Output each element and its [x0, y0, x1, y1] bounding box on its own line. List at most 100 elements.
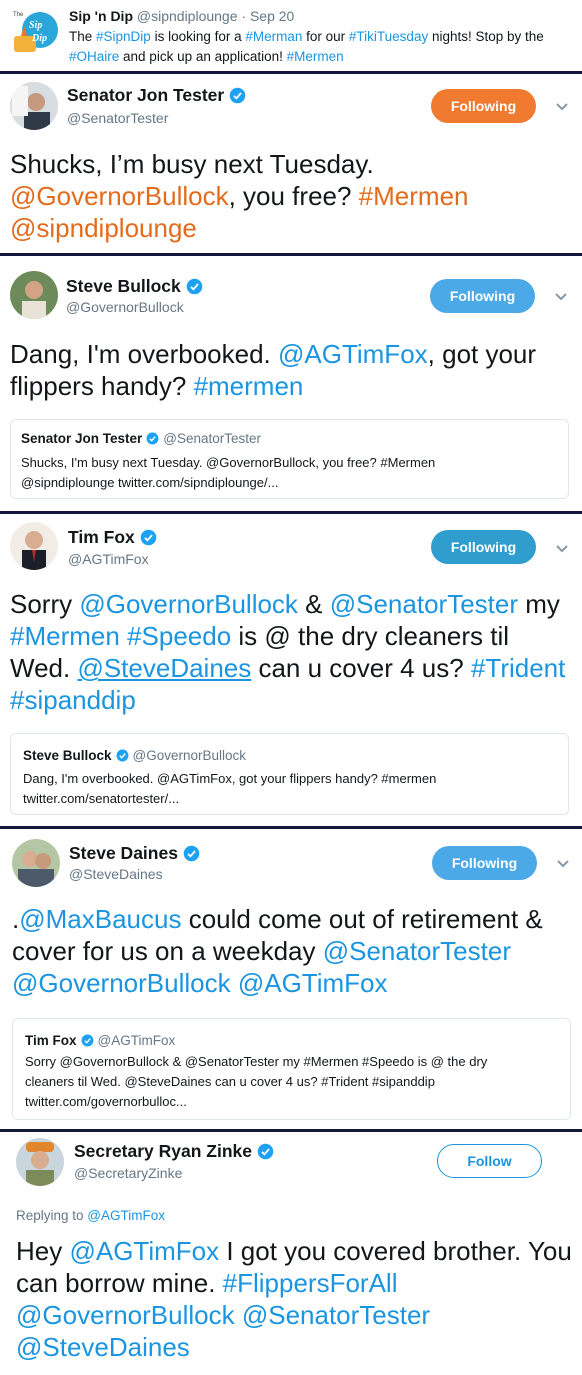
mention-link[interactable]: @GovernorBullock — [16, 1300, 235, 1330]
chevron-down-icon[interactable] — [556, 859, 570, 869]
mention-link[interactable]: @SteveDaines — [16, 1332, 190, 1362]
quoted-tweet[interactable]: Senator Jon Tester @SenatorTester Shucks… — [10, 419, 569, 499]
verified-badge-icon — [229, 87, 246, 104]
author-name-text[interactable]: Steve Daines — [69, 843, 178, 864]
chevron-down-icon[interactable] — [555, 102, 569, 112]
follow-button[interactable]: Follow — [437, 1144, 542, 1178]
quoted-line: cleaners til Wed. @SteveDaines can u cov… — [25, 1074, 435, 1089]
hashtag-link[interactable]: #sipanddip — [10, 685, 136, 715]
mention-link[interactable]: @GovernorBullock — [12, 968, 231, 998]
hashtag-link[interactable]: #OHaire — [69, 49, 119, 64]
mention-link[interactable]: @SenatorTester — [323, 936, 511, 966]
quoted-author-handle: @AGTimFox — [97, 1033, 176, 1048]
mention-link[interactable]: @AGTimFox — [69, 1236, 219, 1266]
mention-link[interactable]: @MaxBaucus — [19, 904, 181, 934]
quoted-author-handle: @SenatorTester — [163, 431, 262, 446]
avatar[interactable] — [16, 1138, 64, 1186]
top-tweet-date[interactable]: Sep 20 — [250, 8, 294, 24]
verified-badge-icon — [116, 749, 129, 762]
avatar[interactable] — [10, 271, 58, 319]
quoted-tweet-header: Steve Bullock @GovernorBullock — [23, 748, 246, 763]
text-segment: for our — [302, 29, 349, 44]
verified-badge-icon — [183, 845, 200, 862]
author-handle[interactable]: @GovernorBullock — [66, 299, 184, 315]
tweet-text: Dang, I'm overbooked. @AGTimFox, got you… — [10, 338, 570, 402]
top-tweet-text: The #SipnDip is looking for a #Merman fo… — [69, 27, 569, 67]
author-name[interactable]: Tim Fox — [68, 527, 157, 548]
svg-text:Sip: Sip — [29, 20, 42, 31]
quoted-line: Sorry @GovernorBullock & @SenatorTester … — [25, 1054, 488, 1069]
top-tweet-header: Sip 'n Dip @sipndiplounge · Sep 20 — [69, 8, 294, 24]
mention-link[interactable]: @GovernorBullock — [10, 181, 229, 211]
avatar[interactable] — [12, 839, 60, 887]
mention-link[interactable]: @AGTimFox — [238, 968, 388, 998]
author-name[interactable]: Steve Daines — [69, 843, 200, 864]
sipndip-logo[interactable]: The Sip Dip — [10, 8, 60, 54]
top-tweet: The Sip Dip Sip 'n Dip @sipndiplounge · … — [0, 0, 582, 70]
author-handle[interactable]: @SteveDaines — [69, 866, 163, 882]
avatar[interactable] — [10, 522, 58, 570]
mention-link[interactable]: @SenatorTester — [330, 589, 518, 619]
verified-badge-icon — [257, 1143, 274, 1160]
hashtag-link[interactable]: #Mermen — [287, 49, 344, 64]
text-segment: can u cover 4 us? — [251, 653, 471, 683]
tweet-jon-tester: Senator Jon Tester @SenatorTester Follow… — [0, 74, 582, 254]
quoted-tweet-header: Tim Fox @AGTimFox — [25, 1033, 175, 1048]
following-button[interactable]: Following — [431, 530, 536, 564]
author-name[interactable]: Senator Jon Tester — [67, 85, 246, 106]
author-handle[interactable]: @AGTimFox — [68, 551, 149, 567]
hashtag-link[interactable]: #Mermen — [10, 621, 120, 651]
author-handle[interactable]: @SenatorTester — [67, 110, 168, 126]
top-tweet-name[interactable]: Sip 'n Dip — [69, 8, 133, 24]
tweet-tim-fox: Tim Fox @AGTimFox Following Sorry @Gover… — [0, 514, 582, 826]
author-name-text[interactable]: Secretary Ryan Zinke — [74, 1141, 252, 1162]
author-name-text[interactable]: Steve Bullock — [66, 276, 181, 297]
following-button[interactable]: Following — [432, 846, 537, 880]
text-segment: Dang, I'm overbooked. — [10, 339, 278, 369]
hashtag-link[interactable]: #SipnDip — [96, 29, 151, 44]
author-name[interactable]: Secretary Ryan Zinke — [74, 1141, 274, 1162]
mention-link[interactable]: @AGTimFox — [278, 339, 428, 369]
hashtag-link[interactable]: #mermen — [194, 371, 304, 401]
author-name-text[interactable]: Tim Fox — [68, 527, 135, 548]
author-name[interactable]: Steve Bullock — [66, 276, 203, 297]
hashtag-link[interactable]: #TikiTuesday — [349, 29, 428, 44]
quoted-tweet-text: Shucks, I'm busy next Tuesday. @Governor… — [21, 453, 561, 493]
hashtag-link[interactable]: #FlippersForAll — [223, 1268, 398, 1298]
quoted-author-name: Steve Bullock — [23, 748, 112, 763]
following-button[interactable]: Following — [431, 89, 536, 123]
mention-link[interactable]: @SenatorTester — [242, 1300, 430, 1330]
tweet-ryan-zinke: Secretary Ryan Zinke @SecretaryZinke Fol… — [0, 1132, 582, 1375]
text-segment: Hey — [16, 1236, 70, 1266]
mention-link[interactable]: @GovernorBullock — [79, 589, 298, 619]
top-tweet-handle[interactable]: @sipndiplounge — [137, 8, 238, 24]
quoted-tweet[interactable]: Tim Fox @AGTimFox Sorry @GovernorBullock… — [12, 1018, 571, 1120]
chevron-down-icon[interactable] — [555, 544, 569, 554]
quoted-tweet-text: Dang, I'm overbooked. @AGTimFox, got you… — [23, 769, 563, 809]
hashtag-link[interactable]: #Speedo — [127, 621, 231, 651]
author-handle[interactable]: @SecretaryZinke — [74, 1165, 182, 1181]
text-segment: and pick up an application! — [119, 49, 287, 64]
mention-link[interactable]: @sipndiplounge — [10, 213, 197, 243]
tweet-steve-daines: Steve Daines @SteveDaines Following .@Ma… — [0, 829, 582, 1129]
hashtag-link[interactable]: #Mermen — [359, 181, 469, 211]
replying-to-handle[interactable]: @AGTimFox — [87, 1208, 165, 1223]
text-segment — [120, 621, 127, 651]
avatar[interactable] — [10, 82, 58, 130]
text-segment: Shucks, I’m busy next Tuesday. — [10, 149, 374, 179]
following-button[interactable]: Following — [430, 279, 535, 313]
hashtag-link[interactable]: #Trident — [471, 653, 565, 683]
quoted-tweet[interactable]: Steve Bullock @GovernorBullock Dang, I'm… — [10, 733, 569, 815]
quoted-line: twitter.com/governorbulloc... — [25, 1094, 187, 1109]
hashtag-link[interactable]: #Merman — [245, 29, 302, 44]
top-tweet-sep: · — [237, 8, 250, 24]
verified-badge-icon — [146, 432, 159, 445]
text-segment: is looking for a — [150, 29, 246, 44]
chevron-down-icon[interactable] — [554, 292, 568, 302]
verified-badge-icon — [186, 278, 203, 295]
quoted-line: Shucks, I'm busy next Tuesday. @Governor… — [21, 455, 436, 470]
quoted-author-handle: @GovernorBullock — [132, 748, 247, 763]
tweet-text: Hey @AGTimFox I got you covered brother.… — [16, 1235, 572, 1363]
mention-link[interactable]: @SteveDaines — [77, 653, 251, 683]
author-name-text[interactable]: Senator Jon Tester — [67, 85, 224, 106]
